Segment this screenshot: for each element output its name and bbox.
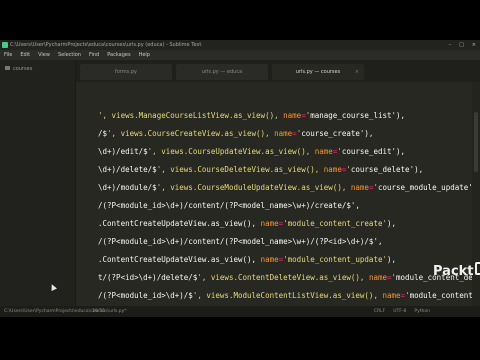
editor-window: C:\Users\User\PycharmProjects\educa\cour…	[0, 40, 480, 317]
sidebar-item-courses[interactable]: courses	[5, 66, 32, 72]
tab-label: urls.py — educa	[201, 69, 243, 75]
code-text: \d+)/delete/$', views.CourseDeleteView.a…	[98, 165, 424, 174]
menu-find[interactable]: Find	[89, 50, 99, 60]
code-text: /(?P<module_id>\d+)/content/(?P<model_na…	[98, 201, 360, 210]
line-gutter	[76, 218, 97, 230]
line-gutter	[76, 128, 97, 140]
line-gutter	[76, 290, 97, 302]
menu-selection[interactable]: Selection	[58, 50, 81, 60]
menu-bar: File Edit View Selection Find Packages H…	[0, 50, 480, 60]
code-text: ', views.ManageCourseListView.as_view(),…	[98, 111, 406, 120]
code-text: .ContentCreateUpdateView.as_view(), name…	[98, 219, 397, 228]
scrollbar-thumb[interactable]	[474, 112, 478, 172]
menu-view[interactable]: View	[38, 50, 50, 60]
code-line[interactable]: .ContentCreateUpdateView.as_view(), name…	[76, 218, 472, 230]
status-bar: C:\Users\User\PycharmProjects\educa\cour…	[0, 306, 480, 317]
sidebar-item-label: courses	[13, 66, 33, 72]
code-text: .ContentCreateUpdateView.as_view(), name…	[98, 255, 397, 264]
code-line[interactable]: /(?P<module_id>\d+)/content/(?P<model_na…	[76, 236, 472, 248]
sublime-app-icon	[2, 42, 8, 48]
code-text: /$', views.CourseCreateView.as_view(), n…	[98, 129, 374, 138]
code-text: t/(?P<id>\d+)/delete/$', views.ContentDe…	[98, 273, 472, 282]
tab-label: urls.py — courses	[295, 69, 341, 75]
code-text: \d+)/edit/$', views.CourseUpdateView.as_…	[98, 147, 406, 156]
code-text: /(?P<module_id>\d+)/content/(?P<model_na…	[98, 237, 383, 246]
minimize-icon[interactable]: –	[449, 40, 452, 50]
line-gutter	[76, 272, 97, 284]
tab-urls-courses[interactable]: urls.py — courses ×	[272, 64, 364, 80]
sidebar: courses	[0, 60, 76, 306]
tab-label: forms.py	[115, 69, 137, 75]
code-text: \d+)/module/$', views.CourseModuleUpdate…	[98, 183, 472, 192]
code-line[interactable]: /(?P<module_id>\d+)/$', views.ModuleCont…	[76, 290, 472, 302]
line-gutter	[76, 254, 97, 266]
tab-urls-educa[interactable]: urls.py — educa	[176, 64, 268, 80]
tab-forms[interactable]: forms.py	[80, 64, 172, 80]
code-line[interactable]: \d+)/delete/$', views.CourseDeleteView.a…	[76, 164, 472, 176]
status-file-path: C:\Users\User\PycharmProjects\educa\cour…	[4, 309, 127, 314]
letterbox-bottom	[0, 317, 480, 360]
maximize-icon[interactable]: □	[459, 40, 464, 50]
status-right-group: CRLF UTF-8 Python	[374, 306, 430, 317]
status-line-ending[interactable]: CRLF	[374, 306, 385, 317]
code-line[interactable]: /(?P<module_id>\d+)/content/(?P<model_na…	[76, 200, 472, 212]
menu-edit[interactable]: Edit	[20, 50, 30, 60]
window-title: C:\Users\User\PycharmProjects\educa\cour…	[10, 42, 202, 48]
code-line[interactable]: ', views.ManageCourseListView.as_view(),…	[76, 110, 472, 122]
line-gutter	[76, 200, 97, 212]
status-cursor-position: 19:55	[92, 309, 105, 314]
menu-help[interactable]: Help	[139, 50, 150, 60]
code-line[interactable]: .ContentCreateUpdateView.as_view(), name…	[76, 254, 472, 266]
logo-text: Packt	[433, 264, 474, 279]
code-line[interactable]: t/(?P<id>\d+)/delete/$', views.ContentDe…	[76, 272, 472, 284]
line-gutter	[76, 110, 97, 122]
window-controls: – □ ×	[449, 40, 476, 50]
line-gutter	[76, 236, 97, 248]
code-line[interactable]: \d+)/module/$', views.CourseModuleUpdate…	[76, 182, 472, 194]
title-bar: C:\Users\User\PycharmProjects\educa\cour…	[0, 40, 480, 50]
line-gutter	[76, 164, 97, 176]
folder-icon	[5, 66, 10, 70]
menu-file[interactable]: File	[4, 50, 12, 60]
status-encoding[interactable]: UTF-8	[393, 306, 406, 317]
tab-close-icon[interactable]: ×	[355, 64, 359, 80]
code-line[interactable]: \d+)/edit/$', views.CourseUpdateView.as_…	[76, 146, 472, 158]
code-editor[interactable]: ', views.ManageCourseListView.as_view(),…	[76, 82, 472, 306]
code-line[interactable]: /$', views.CourseCreateView.as_view(), n…	[76, 128, 472, 140]
tab-bar: forms.py urls.py — educa urls.py — cours…	[76, 60, 480, 82]
menu-packages[interactable]: Packages	[107, 50, 130, 60]
line-gutter	[76, 146, 97, 158]
code-text: /(?P<module_id>\d+)/$', views.ModuleCont…	[98, 291, 472, 300]
letterbox-top	[0, 0, 480, 40]
status-syntax[interactable]: Python	[414, 306, 430, 317]
close-icon[interactable]: ×	[472, 40, 476, 50]
packt-logo: Packt	[433, 262, 480, 279]
packt-logo-mark-icon	[474, 262, 480, 275]
line-gutter	[76, 182, 97, 194]
